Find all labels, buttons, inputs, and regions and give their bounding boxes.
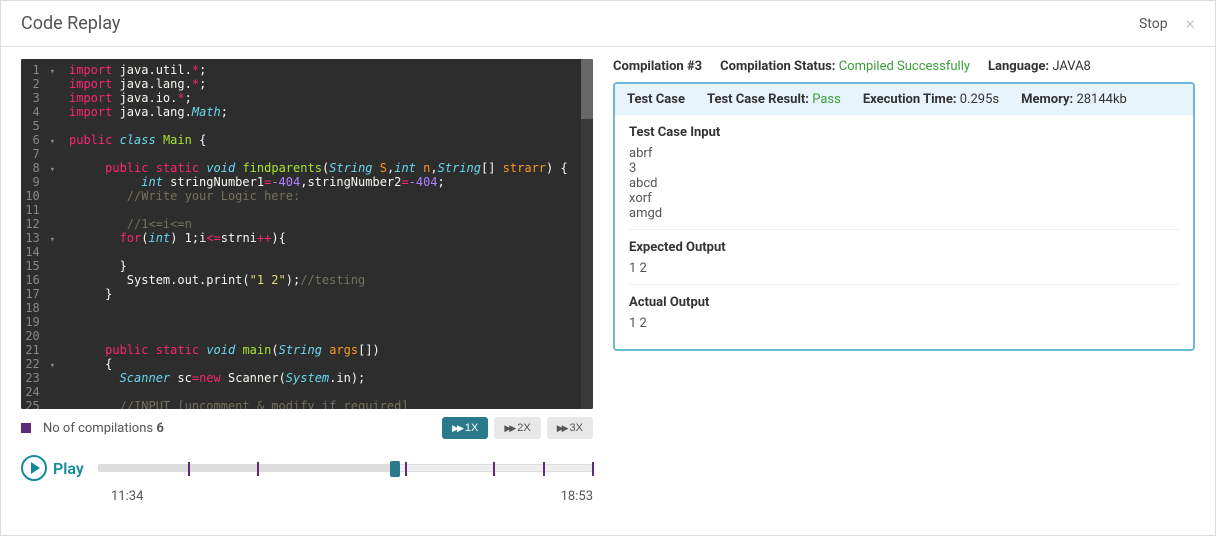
fast-forward-icon: ▶▶ [504,423,514,434]
code-line [69,147,587,161]
code-line: } [69,259,587,273]
line-number: 15 [25,259,55,273]
code-line [69,203,587,217]
editor-scrollbar[interactable] [581,59,593,409]
editor-code: import java.util.*;import java.lang.*;im… [63,59,593,409]
actual-value: 1 2 [629,316,1179,339]
line-number: 16 [25,273,55,287]
line-number: 22 ▾ [25,357,55,371]
play-icon [21,455,47,481]
close-icon[interactable]: × [1186,13,1195,34]
compilation-marker-icon [21,423,31,433]
code-line: import java.util.*; [69,63,587,77]
expected-title: Expected Output [629,240,1179,255]
code-line [69,245,587,259]
code-line: int stringNumber1=-404,stringNumber2=-40… [69,175,587,189]
code-line [69,315,587,329]
code-line: { [69,357,587,371]
start-time: 11:34 [111,489,143,504]
line-number: 1 ▾ [25,63,55,77]
line-number: 19 [25,315,55,329]
line-number: 12 [25,217,55,231]
timeline-tick[interactable] [188,462,190,476]
code-line [69,301,587,315]
testcase-panel: Test Case Test Case Result: Pass Executi… [613,82,1195,351]
line-number: 2 [25,77,55,91]
code-line: for(int) 1;i<=strni++){ [69,231,587,245]
modal-title: Code Replay [21,13,120,34]
testcase-tab[interactable]: Test Case [627,92,685,107]
line-number: 21 [25,343,55,357]
play-label: Play [53,459,84,478]
code-line: public static void main(String args[]) [69,343,587,357]
testcase-header: Test Case Test Case Result: Pass Executi… [615,84,1193,115]
execution-time: Execution Time: 0.295s [863,92,999,107]
fast-forward-icon: ▶▶ [557,423,567,434]
timeline-handle[interactable] [390,461,400,477]
line-number: 7 [25,147,55,161]
input-title: Test Case Input [629,125,1179,140]
fast-forward-icon: ▶▶ [452,423,462,434]
code-line [69,119,587,133]
code-line: import java.lang.Math; [69,105,587,119]
timeline-tick[interactable] [257,462,259,476]
memory-usage: Memory: 28144kb [1021,92,1127,107]
line-number: 3 [25,91,55,105]
line-number: 20 [25,329,55,343]
code-line: import java.lang.*; [69,77,587,91]
code-line [69,329,587,343]
modal-header: Code Replay Stop × [1,1,1215,47]
input-value: abrf 3 abcd xorf amgd [629,146,1179,230]
code-editor[interactable]: 1 ▾2 3 4 5 6 ▾7 8 ▾9 10 11 12 13 ▾14 15 … [21,59,593,409]
line-number: 8 ▾ [25,161,55,175]
expected-value: 1 2 [629,261,1179,285]
editor-gutter: 1 ▾2 3 4 5 6 ▾7 8 ▾9 10 11 12 13 ▾14 15 … [21,59,63,409]
speed-buttons: ▶▶ 1X ▶▶ 2X ▶▶ 3X [442,417,593,439]
line-number: 4 [25,105,55,119]
compilation-number: Compilation #3 [613,59,702,74]
compilation-meta: Compilation #3 Compilation Status: Compi… [613,59,1195,74]
line-number: 13 ▾ [25,231,55,245]
compilation-language: Language: JAVA8 [988,59,1091,74]
code-line: import java.io.*; [69,91,587,105]
line-number: 14 [25,245,55,259]
code-line: Scanner sc=new Scanner(System.in); [69,371,587,385]
code-line: public static void findparents(String S,… [69,161,587,175]
end-time: 18:53 [561,489,593,504]
speed-3x-button[interactable]: ▶▶ 3X [547,417,593,439]
timeline-tick[interactable] [543,462,545,476]
code-line: //1<=i<=n [69,217,587,231]
code-replay-modal: Code Replay Stop × 1 ▾2 3 4 5 6 ▾7 8 ▾9 … [0,0,1216,536]
line-number: 17 [25,287,55,301]
testcase-result: Test Case Result: Pass [707,92,841,107]
timeline-tick[interactable] [592,462,594,476]
line-number: 24 [25,385,55,399]
line-number: 23 [25,371,55,385]
line-number: 9 [25,175,55,189]
play-button[interactable]: Play [21,455,84,481]
code-line: //Write your Logic here: [69,189,587,203]
line-number: 5 [25,119,55,133]
line-number: 18 [25,301,55,315]
compilation-status: Compilation Status: Compiled Successfull… [720,59,970,74]
scrollbar-thumb[interactable] [581,59,593,119]
line-number: 11 [25,203,55,217]
line-number: 6 ▾ [25,133,55,147]
code-line: } [69,287,587,301]
stop-button[interactable]: Stop [1139,16,1168,32]
code-line: System.out.print("1 2");//testing [69,273,587,287]
compilation-count-label: No of compilations 6 [43,421,164,436]
timeline-slider[interactable] [98,464,593,472]
line-number: 10 [25,189,55,203]
timeline-tick[interactable] [493,462,495,476]
timeline-tick[interactable] [405,462,407,476]
code-line: //INPUT [uncomment & modify if required] [69,399,587,409]
speed-2x-button[interactable]: ▶▶ 2X [494,417,540,439]
line-number: 25 [25,399,55,409]
code-line [69,385,587,399]
speed-1x-button[interactable]: ▶▶ 1X [442,417,488,439]
code-line: public class Main { [69,133,587,147]
actual-title: Actual Output [629,295,1179,310]
